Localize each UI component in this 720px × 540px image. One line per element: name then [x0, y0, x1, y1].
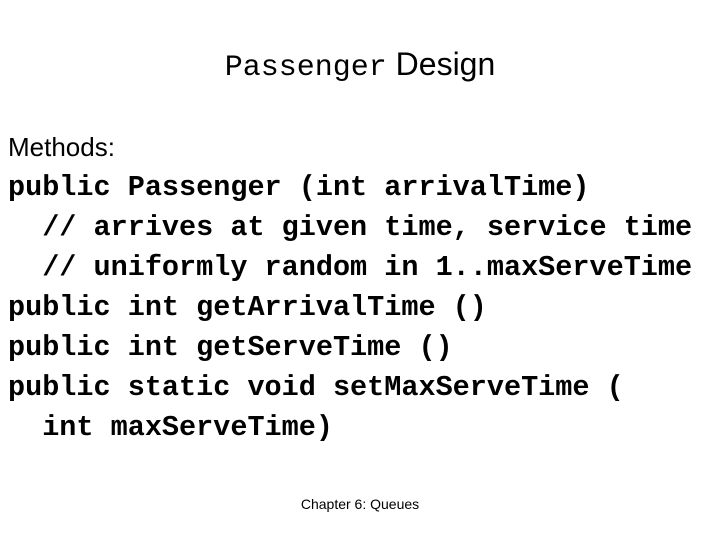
- code-line-get-serve-time: public int getServeTime (): [8, 331, 453, 364]
- slide-title-text: Design: [386, 46, 496, 82]
- code-line-get-arrival-time: public int getArrivalTime (): [8, 291, 487, 324]
- code-line-comment-2: // uniformly random in 1..maxServeTime: [8, 251, 693, 284]
- methods-heading: Methods:: [8, 132, 115, 162]
- code-line-set-max-serve-time: public static void setMaxServeTime (: [8, 371, 624, 404]
- code-line-constructor: public Passenger (int arrivalTime): [8, 171, 590, 204]
- slide-title-class-name: Passenger: [224, 51, 387, 85]
- code-line-comment-1: // arrives at given time, service time: [8, 211, 693, 244]
- slide-title: Passenger Design: [0, 44, 720, 88]
- code-line-set-max-serve-time-param: int maxServeTime): [8, 411, 333, 444]
- method-list: public Passenger (int arrivalTime) // ar…: [8, 168, 692, 448]
- slide-footer: Chapter 6: Queues: [300, 496, 420, 512]
